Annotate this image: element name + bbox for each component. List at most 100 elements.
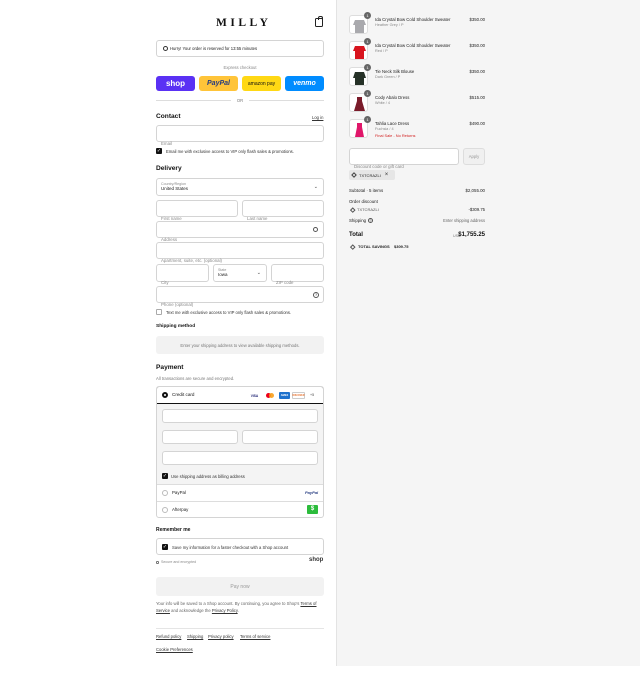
- text-offers-checkbox[interactable]: [156, 309, 162, 315]
- amex-icon: AMEX: [279, 392, 290, 399]
- paypal-button[interactable]: PayPal: [199, 76, 238, 91]
- quantity-badge: 1: [364, 38, 371, 45]
- state-select[interactable]: State Iowa ⌄: [213, 264, 267, 282]
- subtotal-label: Subtotal · 5 items: [349, 188, 384, 193]
- total-value: $1,755.25: [458, 232, 485, 238]
- cookie-preferences-link[interactable]: Cookie Preferences: [156, 647, 193, 652]
- item-price: $490.00: [469, 121, 485, 126]
- credit-card-radio[interactable]: [162, 392, 168, 398]
- card-number-field[interactable]: [162, 409, 318, 423]
- remember-me-box: ✓ Save my information for a faster check…: [156, 538, 324, 555]
- shop-logo: shop: [309, 557, 324, 563]
- paypal-radio[interactable]: [162, 490, 168, 496]
- final-sale-note: Final Sale - No Returns: [375, 133, 416, 138]
- country-select[interactable]: Country/Region United States ⌄: [156, 178, 324, 196]
- email-field[interactable]: Email: [156, 125, 324, 146]
- paypal-label: PayPal: [207, 80, 230, 87]
- chevron-down-icon: ⌄: [256, 270, 261, 276]
- search-icon: [313, 227, 318, 232]
- city-placeholder: City: [161, 280, 169, 285]
- discount-code-name: TXTCRAZLI: [357, 207, 379, 212]
- discount-amount: -$309.75: [468, 207, 485, 212]
- email-offers-label: Email me with exclusive access to VIP on…: [166, 149, 294, 154]
- amazon-pay-label: amazon pay: [247, 80, 276, 87]
- express-checkout-label: Express checkout: [223, 65, 257, 70]
- afterpay-radio[interactable]: [162, 507, 168, 513]
- savings-tag-icon: [350, 244, 356, 250]
- discount-tag: TXTCRAZLI ×: [349, 170, 395, 180]
- last-name-field[interactable]: Last name: [242, 200, 324, 221]
- reservation-notice: Hurry! Your order is reserved for 13:55 …: [156, 40, 324, 57]
- apartment-field[interactable]: Apartment, suite, etc. (optional): [156, 242, 324, 263]
- card-name-field[interactable]: [162, 451, 318, 465]
- apply-discount-button[interactable]: Apply: [463, 148, 485, 165]
- shop-privacy-link[interactable]: Privacy Policy: [212, 608, 238, 613]
- paypal-option-label: PayPal: [172, 490, 186, 495]
- first-name-field[interactable]: First name: [156, 200, 238, 221]
- shipping-method-heading: Shipping method: [156, 324, 196, 329]
- shipping-policy-link[interactable]: Shipping: [187, 634, 203, 639]
- afterpay-option[interactable]: Afterpay $: [157, 501, 323, 517]
- discover-icon: DISCOVER: [292, 392, 305, 399]
- discount-code-placeholder: Discount code or gift card: [354, 164, 404, 169]
- remember-me-checkbox[interactable]: ✓: [162, 544, 168, 550]
- zip-placeholder: ZIP code: [276, 280, 294, 285]
- zip-field[interactable]: ZIP code: [271, 264, 324, 285]
- card-cvc-field[interactable]: [242, 430, 318, 444]
- shipping-value: Enter shipping address: [443, 218, 485, 223]
- refund-policy-link[interactable]: Refund policy: [156, 634, 181, 639]
- phone-field[interactable]: Phone (optional) ?: [156, 286, 324, 307]
- bag-icon[interactable]: [315, 16, 323, 27]
- credit-card-label: Credit card: [172, 392, 195, 397]
- order-discount-label: Order discount: [349, 199, 378, 204]
- remove-discount-icon[interactable]: ×: [385, 172, 389, 178]
- terms-of-service-link[interactable]: Terms of service: [240, 634, 270, 639]
- item-name: Tie Neck Silk Blouse: [375, 69, 415, 74]
- checkout-page: MILLY Hurry! Your order is reserved for …: [0, 0, 640, 693]
- footer-divider: [156, 628, 324, 629]
- payment-subtitle: All transactions are secure and encrypte…: [156, 376, 235, 381]
- email-offers-checkbox[interactable]: ✓: [156, 148, 162, 154]
- discount-tag-label: TXTCRAZLI: [359, 172, 381, 178]
- amazon-pay-button[interactable]: amazon pay: [242, 76, 281, 91]
- item-variant: Heather Grey / P: [375, 23, 404, 27]
- item-name: Tahlia Lace Dress: [375, 121, 410, 126]
- payment-methods: Credit card VISA AMEX DISCOVER +5 ✓ Use …: [156, 386, 324, 518]
- pay-now-label: Pay now: [230, 583, 250, 590]
- remember-me-label: Save my information for a faster checkou…: [172, 545, 289, 550]
- reservation-text: Hurry! Your order is reserved for 13:55 …: [170, 46, 258, 51]
- total-label: Total: [349, 232, 363, 238]
- order-summary-panel: 1 Ida Crystal Bow Cold Shoulder Sweater …: [336, 0, 640, 666]
- brand-logo[interactable]: MILLY: [216, 17, 271, 29]
- credit-card-option[interactable]: Credit card VISA AMEX DISCOVER +5: [157, 387, 323, 404]
- apartment-placeholder: Apartment, suite, etc. (optional): [161, 258, 223, 263]
- shop-pay-button[interactable]: shop: [156, 76, 195, 91]
- item-price: $350.00: [469, 43, 485, 48]
- checkout-form-panel: MILLY Hurry! Your order is reserved for …: [0, 0, 336, 693]
- help-icon[interactable]: ?: [313, 292, 319, 298]
- venmo-label: venmo: [293, 80, 316, 87]
- privacy-policy-link[interactable]: Privacy policy: [208, 634, 234, 639]
- shipping-method-placeholder: Enter your shipping address to view avai…: [180, 342, 300, 348]
- login-link[interactable]: Log in: [312, 115, 323, 120]
- legal-text: Your info will be saved to a Shop accoun…: [156, 601, 317, 613]
- address-field[interactable]: Address: [156, 221, 324, 242]
- apply-label: Apply: [468, 154, 480, 159]
- pay-now-button[interactable]: Pay now: [156, 577, 324, 596]
- city-field[interactable]: City: [156, 264, 209, 285]
- card-expiry-field[interactable]: [162, 430, 238, 444]
- billing-address-checkbox[interactable]: ✓: [162, 473, 168, 479]
- item-variant: Red / P: [375, 49, 388, 53]
- discount-code-field[interactable]: Discount code or gift card: [349, 148, 459, 169]
- quantity-badge: 1: [364, 64, 371, 71]
- card-form: ✓ Use shipping address as billing addres…: [157, 404, 323, 484]
- item-price: $350.00: [469, 69, 485, 74]
- paypal-option[interactable]: PayPal PayPal: [157, 484, 323, 501]
- billing-address-label: Use shipping address as billing address: [171, 474, 245, 479]
- venmo-button[interactable]: venmo: [285, 76, 324, 91]
- item-name: Cody Abalo Dress: [375, 95, 410, 100]
- visa-icon: VISA: [249, 392, 260, 399]
- shipping-help-icon[interactable]: ?: [368, 218, 373, 223]
- shop-pay-label: shop: [165, 79, 186, 88]
- quantity-badge: 1: [364, 90, 371, 97]
